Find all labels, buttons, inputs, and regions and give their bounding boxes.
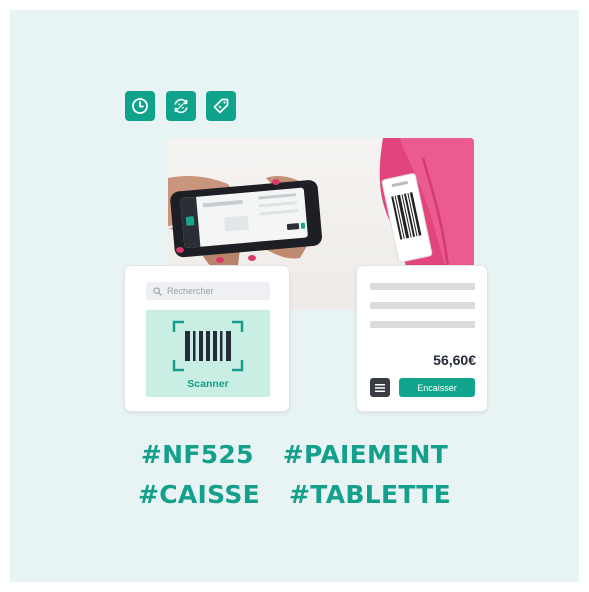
tag-icon — [213, 98, 229, 114]
total-amount: 56,60€ — [433, 352, 476, 368]
hashtag-caisse: #CAISSE — [138, 480, 261, 509]
barcode-scan-icon — [172, 320, 244, 372]
price-tag-button[interactable] — [206, 91, 236, 121]
refresh-percent-icon — [174, 98, 188, 114]
clock-icon — [132, 98, 148, 114]
menu-icon — [375, 383, 385, 392]
checkout-card: 56,60€ Encaisser — [357, 266, 487, 411]
scanner-card: Rechercher Scanner — [125, 266, 289, 411]
clock-button[interactable] — [125, 91, 155, 121]
receipt-line — [370, 302, 475, 309]
hashtag-tablette: #TABLETTE — [289, 480, 451, 509]
hashtag-paiement: #PAIEMENT — [282, 440, 449, 469]
receipt-line — [370, 283, 475, 290]
hashtag-nf525: #NF525 — [140, 440, 254, 469]
scanner-button[interactable]: Scanner — [146, 310, 270, 397]
encaisser-button[interactable]: Encaisser — [399, 378, 475, 397]
scanner-label: Scanner — [187, 378, 229, 390]
search-placeholder: Rechercher — [167, 286, 214, 296]
refresh-discount-button[interactable] — [166, 91, 196, 121]
search-input[interactable]: Rechercher — [146, 282, 270, 300]
receipt-line — [370, 321, 475, 328]
menu-button[interactable] — [370, 378, 390, 397]
hashtags-row-2: #CAISSE #TABLETTE — [0, 480, 589, 509]
hashtags-row-1: #NF525 #PAIEMENT — [0, 440, 589, 469]
search-icon — [153, 286, 162, 296]
